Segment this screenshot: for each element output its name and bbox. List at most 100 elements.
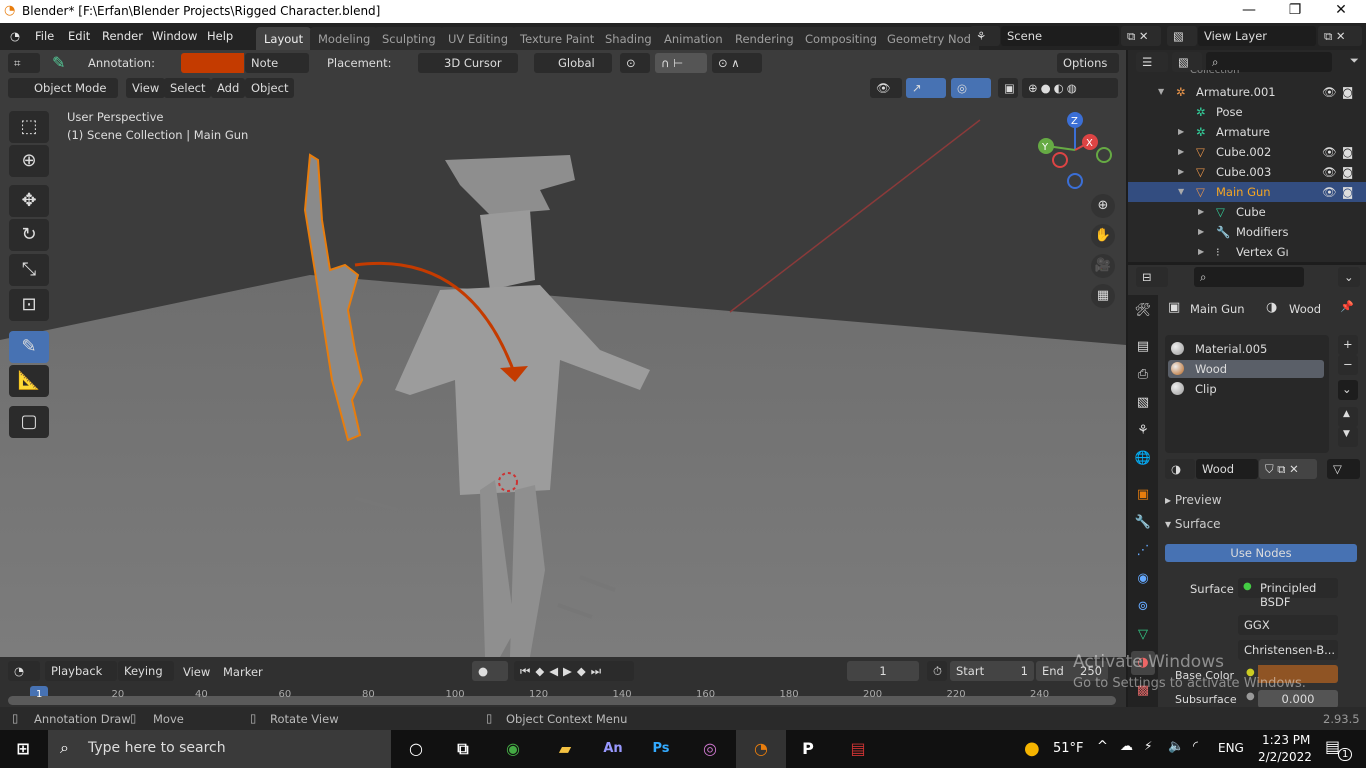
outliner-row[interactable]: ▶ ✲ Armature	[1128, 122, 1366, 142]
windows-start-icon[interactable]: ⊞	[3, 734, 43, 764]
move-slot-up-button[interactable]: ▲	[1338, 407, 1358, 427]
mode-dropdown[interactable]: Object Mode	[8, 78, 118, 98]
menu-add[interactable]: Add	[211, 78, 246, 98]
output-tab-icon[interactable]: ⎙	[1131, 363, 1155, 387]
properties-search-input[interactable]: ⌕	[1194, 267, 1304, 287]
animate-icon[interactable]: An	[593, 734, 633, 764]
tab-geometry-nodes[interactable]: Geometry Nod	[879, 27, 979, 50]
outliner-row[interactable]: ▶ ▽ Cube.002 👁 ◙	[1128, 142, 1366, 162]
keying-menu[interactable]: Keying	[118, 661, 174, 681]
distribution-dropdown[interactable]: GGX	[1238, 615, 1338, 635]
browse-material-icon[interactable]: ◑	[1165, 459, 1195, 479]
scene-selector-icon[interactable]: ⚘	[970, 26, 1000, 46]
timeline-editor-icon[interactable]: ◔	[8, 661, 40, 681]
tab-texture-paint[interactable]: Texture Paint	[512, 27, 603, 50]
auto-keying-icon[interactable]: ●	[472, 661, 508, 681]
view-layer-copy-icon[interactable]: ⧉ ✕	[1318, 26, 1362, 46]
pivot-icon[interactable]: ⊙	[620, 53, 650, 73]
cursor-tool[interactable]: ⊕	[9, 145, 49, 177]
eye-icon[interactable]: 👁	[1322, 85, 1337, 99]
outliner-row[interactable]: ▶ ▽ Cube.003 👁 ◙	[1128, 162, 1366, 182]
photoshop-icon[interactable]: Ps	[641, 734, 681, 764]
move-slot-down-button[interactable]: ▼	[1338, 427, 1358, 447]
chrome-icon[interactable]: ◉	[493, 734, 533, 764]
blender-menu-icon[interactable]: ◔	[10, 29, 20, 43]
annotation-layer-dropdown[interactable]: Note	[245, 53, 309, 73]
onedrive-icon[interactable]: ☁	[1120, 739, 1133, 754]
preview-range-icon[interactable]: ⏱	[927, 661, 947, 681]
scene-tab-icon[interactable]: ⚘	[1131, 419, 1155, 443]
surface-shader-field[interactable]: Principled BSDF	[1238, 578, 1338, 609]
menu-file[interactable]: File	[35, 29, 54, 43]
tool-tab-icon[interactable]: 🛠	[1131, 299, 1155, 323]
shading-modes[interactable]: ⊕●◐◍	[1022, 78, 1118, 98]
data-tab-icon[interactable]: ▽	[1131, 623, 1155, 647]
visibility-icon[interactable]: 👁	[870, 78, 902, 98]
menu-render[interactable]: Render	[102, 29, 143, 43]
select-box-tool[interactable]: ⬚	[9, 111, 49, 143]
link-dropdown-icon[interactable]: ▽	[1327, 459, 1360, 479]
power-icon[interactable]: ⚡	[1144, 739, 1152, 753]
language-indicator[interactable]: ENG	[1218, 741, 1244, 755]
add-slot-button[interactable]: +	[1338, 335, 1358, 355]
material-slot[interactable]: Clip	[1168, 380, 1324, 398]
pan-hand-icon[interactable]: ✋	[1091, 224, 1115, 248]
menu-object[interactable]: Object	[245, 78, 295, 98]
remove-slot-button[interactable]: −	[1338, 355, 1358, 375]
tab-shading[interactable]: Shading	[597, 27, 660, 50]
blender-taskbar-icon[interactable]: ◔	[736, 730, 786, 768]
timeline-view-menu[interactable]: View	[183, 665, 210, 679]
task-view-icon[interactable]: ⧉	[443, 734, 483, 764]
camera-render-icon[interactable]: ◙	[1342, 185, 1353, 199]
view-layer-icon[interactable]: ▧	[1167, 26, 1197, 46]
restore-button[interactable]: ❐	[1272, 2, 1318, 18]
tab-rendering[interactable]: Rendering	[727, 27, 802, 50]
weather-temp[interactable]: 51°F	[1053, 741, 1084, 756]
tab-animation[interactable]: Animation	[656, 27, 731, 50]
menu-view[interactable]: View	[126, 78, 166, 98]
move-tool[interactable]: ✥	[9, 185, 49, 217]
tab-modeling[interactable]: Modeling	[310, 27, 379, 50]
use-nodes-button[interactable]: Use Nodes	[1165, 544, 1357, 562]
playback-controls[interactable]: ⏮◆◀▶◆⏭	[514, 661, 634, 681]
preview-panel-header[interactable]: ▸ Preview	[1165, 493, 1222, 507]
timeline-marker-menu[interactable]: Marker	[223, 665, 263, 679]
eye-icon[interactable]: 👁	[1322, 165, 1337, 179]
close-button[interactable]: ✕	[1318, 2, 1364, 18]
expand-arrow-icon[interactable]: ▶	[1178, 127, 1184, 136]
physics-tab-icon[interactable]: ◉	[1131, 567, 1155, 591]
tab-sculpting[interactable]: Sculpting	[374, 27, 444, 50]
render-tab-icon[interactable]: ▤	[1131, 335, 1155, 359]
menu-select[interactable]: Select	[164, 78, 212, 98]
expand-arrow-icon[interactable]: ▶	[1198, 207, 1204, 216]
material-actions[interactable]: ⛉ ⧉ ✕	[1259, 459, 1317, 479]
outliner-row[interactable]: ▶ ⁝ Vertex Gı	[1128, 242, 1366, 262]
minimize-button[interactable]: —	[1226, 2, 1272, 18]
psiphon-icon[interactable]: P	[788, 734, 828, 764]
outliner-search-input[interactable]: ⌕	[1206, 52, 1332, 72]
pin-icon[interactable]: 📌	[1340, 300, 1354, 313]
menu-edit[interactable]: Edit	[68, 29, 90, 43]
expand-arrow-icon[interactable]: ▶	[1178, 167, 1184, 176]
collapse-arrow-icon[interactable]: ▼	[1158, 87, 1164, 96]
eye-icon[interactable]: 👁	[1322, 145, 1337, 159]
material-slot[interactable]: Material.005	[1168, 340, 1324, 358]
editor-type-icon[interactable]: ⌗	[8, 53, 40, 73]
view-layer-tab-icon[interactable]: ▧	[1131, 391, 1155, 415]
filter-icon[interactable]: ⏷	[1350, 54, 1359, 68]
material-slot[interactable]: Wood	[1168, 360, 1324, 378]
tab-compositing[interactable]: Compositing	[797, 27, 886, 50]
annotate-tool[interactable]: ✎	[9, 331, 49, 363]
snap-icon[interactable]: ∩ ⊢	[655, 53, 707, 73]
outliner-row[interactable]: ▼ ▽ Main Gun 👁 ◙	[1128, 182, 1366, 202]
world-tab-icon[interactable]: 🌐	[1131, 447, 1155, 471]
expand-arrow-icon[interactable]: ▶	[1178, 147, 1184, 156]
scene-copy-icon[interactable]: ⧉ ✕	[1121, 26, 1161, 46]
view-layer-filter-icon[interactable]: ▧	[1172, 52, 1202, 72]
options-dropdown[interactable]: Options	[1057, 53, 1119, 73]
menu-window[interactable]: Window	[152, 29, 197, 43]
camera-icon[interactable]: 🎥	[1091, 254, 1115, 278]
taskbar-search-box[interactable]: ⌕ Type here to search	[48, 730, 391, 768]
surface-panel-header[interactable]: ▾ Surface	[1165, 517, 1221, 531]
subsurface-method-dropdown[interactable]: Christensen-B...	[1238, 640, 1338, 660]
